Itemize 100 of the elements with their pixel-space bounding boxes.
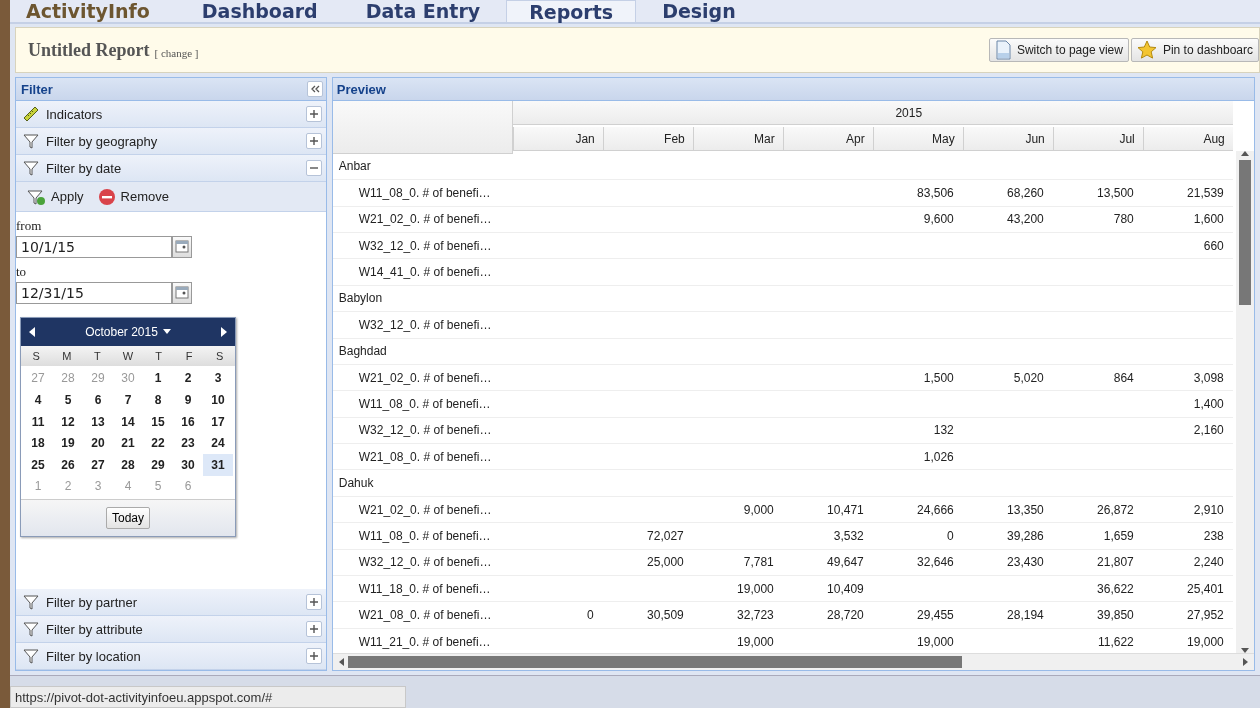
table-cell: 43,200: [962, 206, 1053, 233]
calendar-day[interactable]: 31: [203, 454, 233, 476]
apply-button[interactable]: Apply: [22, 187, 88, 206]
expand-toggle[interactable]: [305, 106, 322, 122]
calendar-day[interactable]: 17: [203, 410, 233, 433]
filter-section-header[interactable]: Filter by attribute: [16, 616, 326, 643]
vertical-scrollbar[interactable]: [1236, 151, 1254, 653]
row-label: W11_08_0. # of benefi…: [332, 391, 513, 418]
calendar-day[interactable]: 11: [23, 410, 53, 433]
calendar-day[interactable]: 26: [53, 454, 83, 476]
plus-icon: [308, 651, 319, 661]
filter-section-header[interactable]: Indicators: [16, 101, 326, 128]
to-date-field[interactable]: 12/31/15: [16, 282, 172, 304]
column-header[interactable]: Aug: [1142, 127, 1233, 152]
calendar-day[interactable]: 18: [23, 432, 53, 455]
expand-toggle[interactable]: [305, 621, 322, 637]
table-cell: 238: [1142, 523, 1233, 550]
filter-section-header[interactable]: Filter by partner: [16, 589, 326, 616]
funnel-icon: [22, 647, 40, 665]
date-picker-button[interactable]: [172, 282, 192, 304]
calendar-day[interactable]: 14: [113, 410, 143, 433]
table-cell: 1,600: [1142, 206, 1233, 233]
remove-icon: [97, 187, 116, 206]
calendar-day[interactable]: 4: [23, 389, 53, 411]
calendar-day[interactable]: 20: [83, 432, 113, 455]
column-header[interactable]: Apr: [782, 127, 873, 152]
from-date-field[interactable]: 10/1/15: [16, 236, 172, 258]
table-cell: 3,532: [782, 523, 873, 550]
calendar-day[interactable]: 28: [113, 454, 143, 476]
calendar-day[interactable]: 8: [143, 389, 173, 411]
down-arrow-icon: [1241, 648, 1249, 653]
pin-button[interactable]: Pin to dashboarc: [1130, 38, 1259, 62]
group-row-label: Babylon: [332, 285, 1233, 313]
calendar-day[interactable]: 29: [143, 454, 173, 476]
table-cell: 32,646: [872, 549, 963, 577]
expand-toggle[interactable]: [305, 594, 322, 610]
calendar-day[interactable]: 15: [143, 410, 173, 433]
left-triangle-icon: [29, 326, 35, 337]
calendar-day[interactable]: 23: [173, 432, 203, 455]
date-picker-button[interactable]: [172, 236, 192, 258]
table-cell: 29,455: [872, 602, 963, 629]
today-button[interactable]: Today: [106, 507, 150, 530]
table-cell: 72,027: [602, 523, 693, 550]
calendar-day[interactable]: 13: [83, 410, 113, 433]
calendar-day[interactable]: 30: [173, 454, 203, 476]
calendar-day[interactable]: 7: [113, 389, 143, 411]
scrollbar-thumb[interactable]: [1239, 160, 1251, 305]
column-header[interactable]: Jul: [1052, 127, 1143, 152]
calendar-day[interactable]: 1: [143, 367, 173, 390]
calendar-day[interactable]: 24: [203, 432, 233, 455]
filter-section-header[interactable]: Filter by location: [16, 643, 326, 670]
collapse-button[interactable]: [306, 81, 323, 97]
remove-button[interactable]: Remove: [93, 187, 173, 206]
star-icon: [1136, 40, 1157, 60]
column-header[interactable]: Feb: [602, 127, 693, 152]
calendar-day[interactable]: 21: [113, 432, 143, 455]
column-header[interactable]: Mar: [692, 127, 783, 152]
expand-toggle[interactable]: [305, 648, 322, 664]
table-cell: 28,194: [962, 602, 1053, 629]
nav-tab[interactable]: Data Entry: [343, 0, 503, 22]
table-cell: 7,781: [692, 549, 783, 577]
filter-section-header[interactable]: Filter by date: [16, 155, 326, 182]
weekday-label: F: [184, 349, 194, 362]
calendar-day[interactable]: 16: [173, 410, 203, 433]
calendar-day[interactable]: 25: [23, 454, 53, 476]
horizontal-scrollbar[interactable]: [332, 653, 1254, 670]
page-view-button[interactable]: Switch to page view: [988, 38, 1129, 62]
table-cell: 23,430: [962, 549, 1053, 577]
column-header[interactable]: Jun: [962, 127, 1053, 152]
previous-month-button[interactable]: [29, 326, 35, 337]
next-month-button[interactable]: [221, 326, 227, 337]
calendar-day[interactable]: 12: [53, 410, 83, 433]
expand-toggle[interactable]: [305, 133, 322, 149]
calendar-day[interactable]: 27: [83, 454, 113, 476]
nav-tab[interactable]: Reports: [506, 0, 637, 22]
calendar-day[interactable]: 2: [173, 367, 203, 390]
column-header[interactable]: May: [872, 127, 963, 152]
calendar-day[interactable]: 5: [53, 389, 83, 411]
report-title: Untitled Report: [28, 39, 150, 61]
calendar-day[interactable]: 10: [203, 389, 233, 411]
scrollbar-thumb[interactable]: [347, 656, 962, 668]
up-arrow-icon: [1241, 151, 1249, 156]
calendar-day[interactable]: 9: [173, 389, 203, 411]
calendar-day[interactable]: 3: [203, 367, 233, 390]
weekday-label: M: [61, 349, 73, 362]
table-cell: 28,720: [782, 602, 873, 629]
collapse-toggle[interactable]: [305, 160, 322, 176]
ruler-icon: [22, 105, 40, 123]
calendar-day[interactable]: 6: [83, 389, 113, 411]
column-header[interactable]: Jan: [512, 127, 603, 152]
table-cell: 30,509: [602, 602, 693, 629]
change-link[interactable]: [ change ]: [154, 46, 199, 59]
app-logo[interactable]: ActivityInfo: [10, 0, 178, 22]
column-group-header: 2015: [512, 101, 1233, 125]
nav-tab[interactable]: Design: [640, 0, 758, 22]
right-triangle-icon: [221, 326, 227, 337]
filter-section-header[interactable]: Filter by geography: [16, 128, 326, 155]
calendar-day[interactable]: 22: [143, 432, 173, 455]
nav-tab[interactable]: Dashboard: [179, 0, 340, 22]
calendar-day[interactable]: 19: [53, 432, 83, 455]
